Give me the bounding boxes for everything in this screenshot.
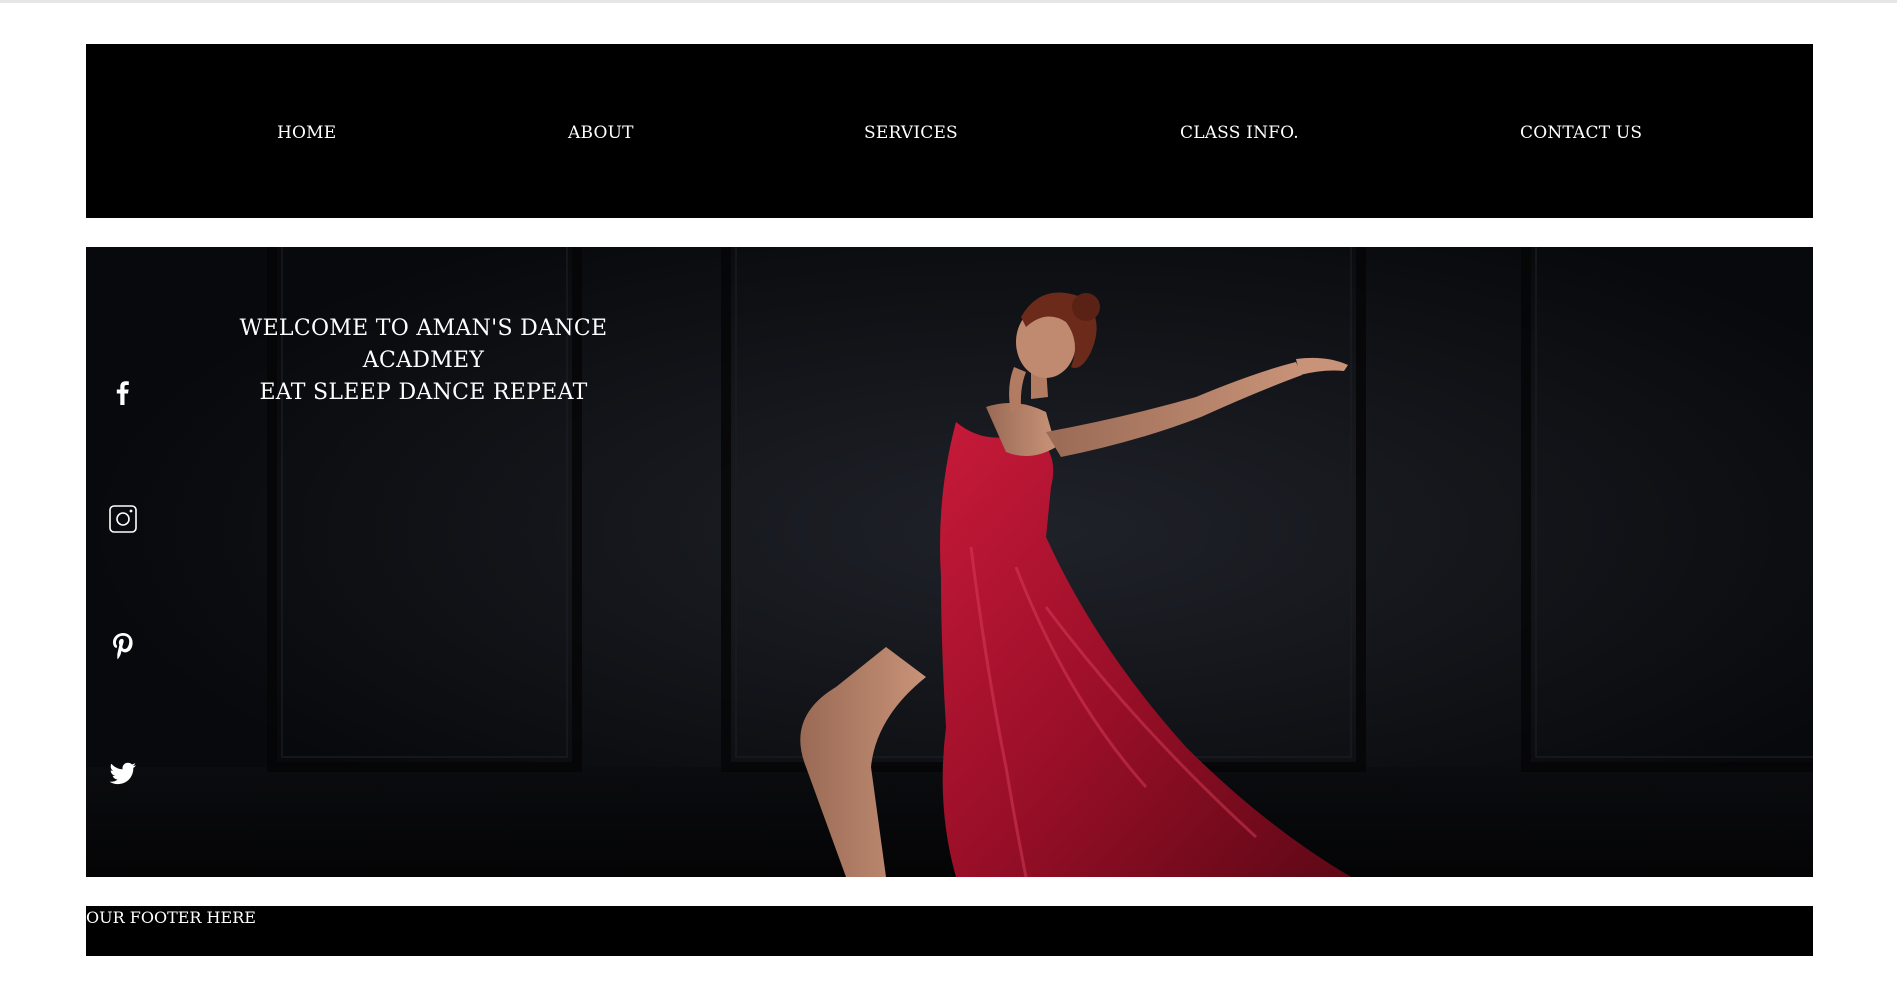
nav-home-link[interactable]: HOME xyxy=(277,123,336,143)
nav-services-link[interactable]: SERVICES xyxy=(864,123,958,143)
hero-headline: WELCOME TO AMAN'S DANCE ACADMEY EAT SLEE… xyxy=(176,313,671,409)
nav-contact-us-link[interactable]: CONTACT US xyxy=(1520,123,1642,143)
nav-about-link[interactable]: ABOUT xyxy=(568,123,634,143)
nav-class-info-link[interactable]: CLASS INFO. xyxy=(1180,123,1299,143)
hero-welcome-text: WELCOME TO AMAN'S DANCE ACADMEY xyxy=(239,316,608,373)
hero-banner: WELCOME TO AMAN'S DANCE ACADMEY EAT SLEE… xyxy=(86,247,1813,877)
footer-text: OUR FOOTER HERE xyxy=(86,908,256,927)
page-footer: OUR FOOTER HERE xyxy=(86,906,1813,956)
facebook-icon[interactable] xyxy=(108,377,138,407)
main-navigation: HOME ABOUT SERVICES CLASS INFO. CONTACT … xyxy=(86,44,1813,218)
hero-tagline-text: EAT SLEEP DANCE REPEAT xyxy=(259,380,588,405)
instagram-icon[interactable] xyxy=(108,504,138,534)
twitter-icon[interactable] xyxy=(108,758,138,788)
browser-top-border xyxy=(0,0,1897,3)
pinterest-icon[interactable] xyxy=(108,631,138,661)
